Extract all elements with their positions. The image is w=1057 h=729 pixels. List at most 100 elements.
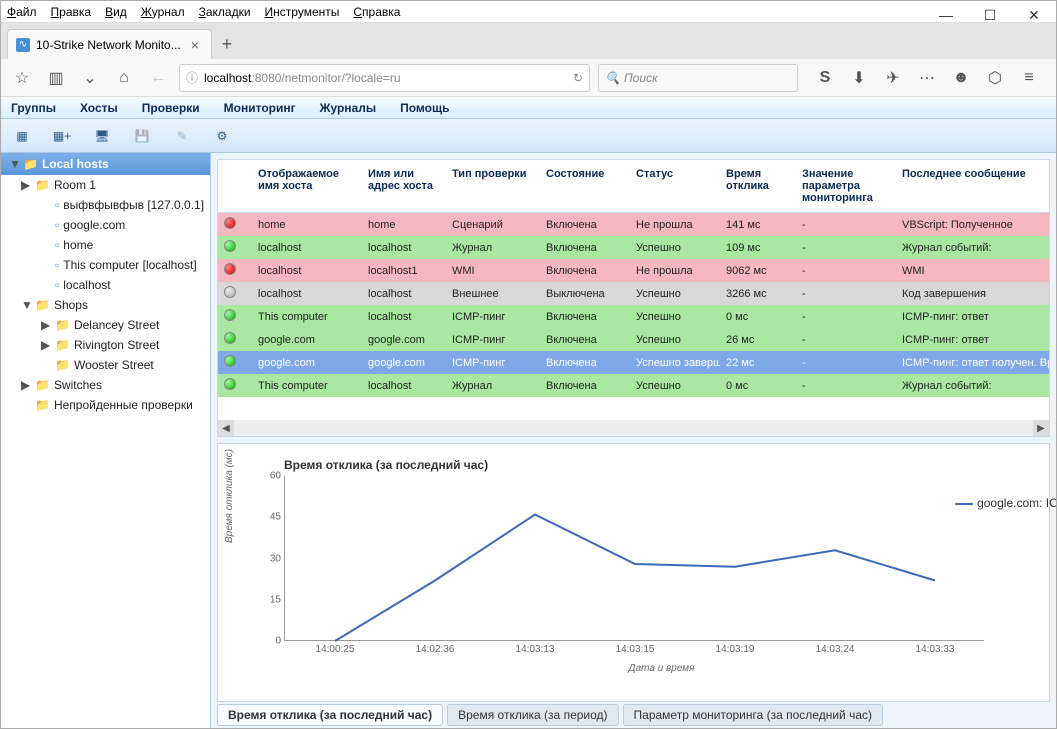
menu-help[interactable]: Справка <box>353 5 400 19</box>
app-menu-monitoring[interactable]: Мониторинг <box>224 101 296 115</box>
menu-bookmarks[interactable]: Закладки <box>199 5 251 19</box>
menu-file[interactable]: Файл <box>7 5 37 19</box>
table-cell: google.com <box>252 351 362 374</box>
sidebar-icon[interactable]: ▥ <box>43 65 69 91</box>
btab-response-period[interactable]: Время отклика (за период) <box>447 704 618 726</box>
chevron-icon: ▶ <box>21 378 31 392</box>
column-header[interactable]: Тип проверки <box>446 160 540 213</box>
download-icon[interactable]: ⬇ <box>846 65 872 91</box>
table-row[interactable]: homehomeСценарийВключенаНе прошла141 мс-… <box>218 213 1049 236</box>
tree-item[interactable]: ▫home <box>1 235 210 255</box>
menu-edit[interactable]: Правка <box>51 5 92 19</box>
window-controls: — ☐ ✕ <box>924 1 1056 29</box>
tool-edit-icon[interactable]: ✎ <box>169 123 195 149</box>
checks-table: Отображаемое имя хостаИмя или адрес хост… <box>217 159 1050 437</box>
tab-close-icon[interactable]: × <box>187 37 203 53</box>
app-menu-checks[interactable]: Проверки <box>142 101 200 115</box>
table-cell: Включена <box>540 213 630 236</box>
tree-item[interactable]: 📁Непройденные проверки <box>1 395 210 415</box>
btab-response-hour[interactable]: Время отклика (за последний час) <box>217 704 443 726</box>
column-header[interactable]: Состояние <box>540 160 630 213</box>
tree-item[interactable]: ▶📁Delancey Street <box>1 315 210 335</box>
tool-save-icon[interactable]: 💾 <box>129 123 155 149</box>
tool-add-icon[interactable]: ▦+ <box>49 123 75 149</box>
tree-item[interactable]: ▶📁Room 1 <box>1 175 210 195</box>
column-header[interactable]: Имя или адрес хоста <box>362 160 446 213</box>
tree-item-label: Wooster Street <box>74 358 154 372</box>
ext-s-icon[interactable]: S <box>812 65 838 91</box>
column-header[interactable]: Последнее сообщение <box>896 160 1049 213</box>
site-info-icon[interactable]: ⓘ <box>186 69 198 86</box>
send-icon[interactable]: ✈ <box>880 65 906 91</box>
menu-tools[interactable]: Инструменты <box>265 5 340 19</box>
bookmark-star-icon[interactable]: ☆ <box>9 65 35 91</box>
minimize-button[interactable]: — <box>924 1 968 29</box>
table-row[interactable]: google.comgoogle.comICMP-пингВключенаУсп… <box>218 328 1049 351</box>
table-row[interactable]: This computerlocalhostICMP-пингВключенаУ… <box>218 305 1049 328</box>
chart-legend: google.com: ICMP-пинг <box>955 496 1056 510</box>
tree-item[interactable]: ▫localhost <box>1 275 210 295</box>
url-bar[interactable]: ⓘ localhost:8080/netmonitor/?locale=ru ↻ <box>179 64 590 92</box>
search-bar[interactable]: 🔍 Поиск <box>598 64 798 92</box>
browser-tab[interactable]: ∿ 10-Strike Network Monito... × <box>7 29 212 59</box>
pocket-icon[interactable]: ⌄ <box>77 65 103 91</box>
host-icon: ▫ <box>55 238 59 252</box>
tree-header[interactable]: ▼ 📁 Local hosts <box>1 153 210 175</box>
menu-history[interactable]: Журнал <box>141 5 185 19</box>
table-row[interactable]: localhostlocalhostВнешнееВыключенаУспешн… <box>218 282 1049 305</box>
more-icon[interactable]: ⋯ <box>914 65 940 91</box>
tree-item[interactable]: ▫This computer [localhost] <box>1 255 210 275</box>
home-icon[interactable]: ⌂ <box>111 65 137 91</box>
tree-item[interactable]: ▶📁Switches <box>1 375 210 395</box>
scroll-left-icon[interactable]: ◀ <box>218 420 234 436</box>
new-tab-button[interactable]: + <box>212 29 242 59</box>
maximize-button[interactable]: ☐ <box>968 1 1012 29</box>
horizontal-scrollbar[interactable]: ◀ ▶ <box>218 420 1049 436</box>
column-header[interactable] <box>218 160 252 213</box>
tree-item[interactable]: ▫выфвфывфыв [127.0.0.1] <box>1 195 210 215</box>
column-header[interactable]: Статус <box>630 160 720 213</box>
tree-item[interactable]: 📁Wooster Street <box>1 355 210 375</box>
app-menu-hosts[interactable]: Хосты <box>80 101 118 115</box>
close-button[interactable]: ✕ <box>1012 1 1056 29</box>
tree-item-label: Room 1 <box>54 178 96 192</box>
table-cell: ICMP-пинг <box>446 328 540 351</box>
host-icon: ▫ <box>55 198 59 212</box>
table-row[interactable]: localhostlocalhost1WMIВключенаНе прошла9… <box>218 259 1049 282</box>
app-menu-groups[interactable]: Группы <box>11 101 56 115</box>
status-led-icon <box>224 309 236 321</box>
table-cell: - <box>796 351 896 374</box>
gear-icon[interactable]: ⬡ <box>982 65 1008 91</box>
tool-monitor-icon[interactable]: 🖥 <box>89 123 115 149</box>
table-cell: 0 мс <box>720 374 796 397</box>
reload-icon[interactable]: ↻ <box>573 71 583 85</box>
column-header[interactable]: Время отклика <box>720 160 796 213</box>
face-icon[interactable]: ☻ <box>948 65 974 91</box>
column-header[interactable]: Значение параметра мониторинга <box>796 160 896 213</box>
menu-view[interactable]: Вид <box>105 5 127 19</box>
app-menu-journals[interactable]: Журналы <box>320 101 376 115</box>
chart-title: Время отклика (за последний час) <box>284 458 1039 472</box>
table-row[interactable]: This computerlocalhostЖурналВключенаУспе… <box>218 374 1049 397</box>
scroll-right-icon[interactable]: ▶ <box>1033 420 1049 436</box>
tab-title: 10-Strike Network Monito... <box>36 38 181 52</box>
table-cell: Включена <box>540 351 630 374</box>
app-menu-help[interactable]: Помощь <box>400 101 449 115</box>
chevron-icon: ▶ <box>21 178 31 192</box>
table-row[interactable]: google.comgoogle.comICMP-пингВключенаУсп… <box>218 351 1049 374</box>
back-icon[interactable]: ← <box>145 65 171 91</box>
table-cell: 109 мс <box>720 236 796 259</box>
column-header[interactable]: Отображаемое имя хоста <box>252 160 362 213</box>
tree-item[interactable]: ▫google.com <box>1 215 210 235</box>
btab-param-hour[interactable]: Параметр мониторинга (за последний час) <box>623 704 883 726</box>
tool-settings-icon[interactable]: ⚙ <box>209 123 235 149</box>
tree-item-label: localhost <box>63 278 110 292</box>
app-menu: Группы Хосты Проверки Мониторинг Журналы… <box>1 97 1056 119</box>
sidebar: ▼ 📁 Local hosts ▶📁Room 1▫выфвфывфыв [127… <box>1 153 211 728</box>
y-tick: 45 <box>270 512 285 523</box>
hamburger-icon[interactable]: ≡ <box>1016 65 1042 91</box>
tree-item[interactable]: ▶📁Rivington Street <box>1 335 210 355</box>
tree-item[interactable]: ▼📁Shops <box>1 295 210 315</box>
tool-list-icon[interactable]: ▦ <box>9 123 35 149</box>
table-row[interactable]: localhostlocalhostЖурналВключенаУспешно1… <box>218 236 1049 259</box>
